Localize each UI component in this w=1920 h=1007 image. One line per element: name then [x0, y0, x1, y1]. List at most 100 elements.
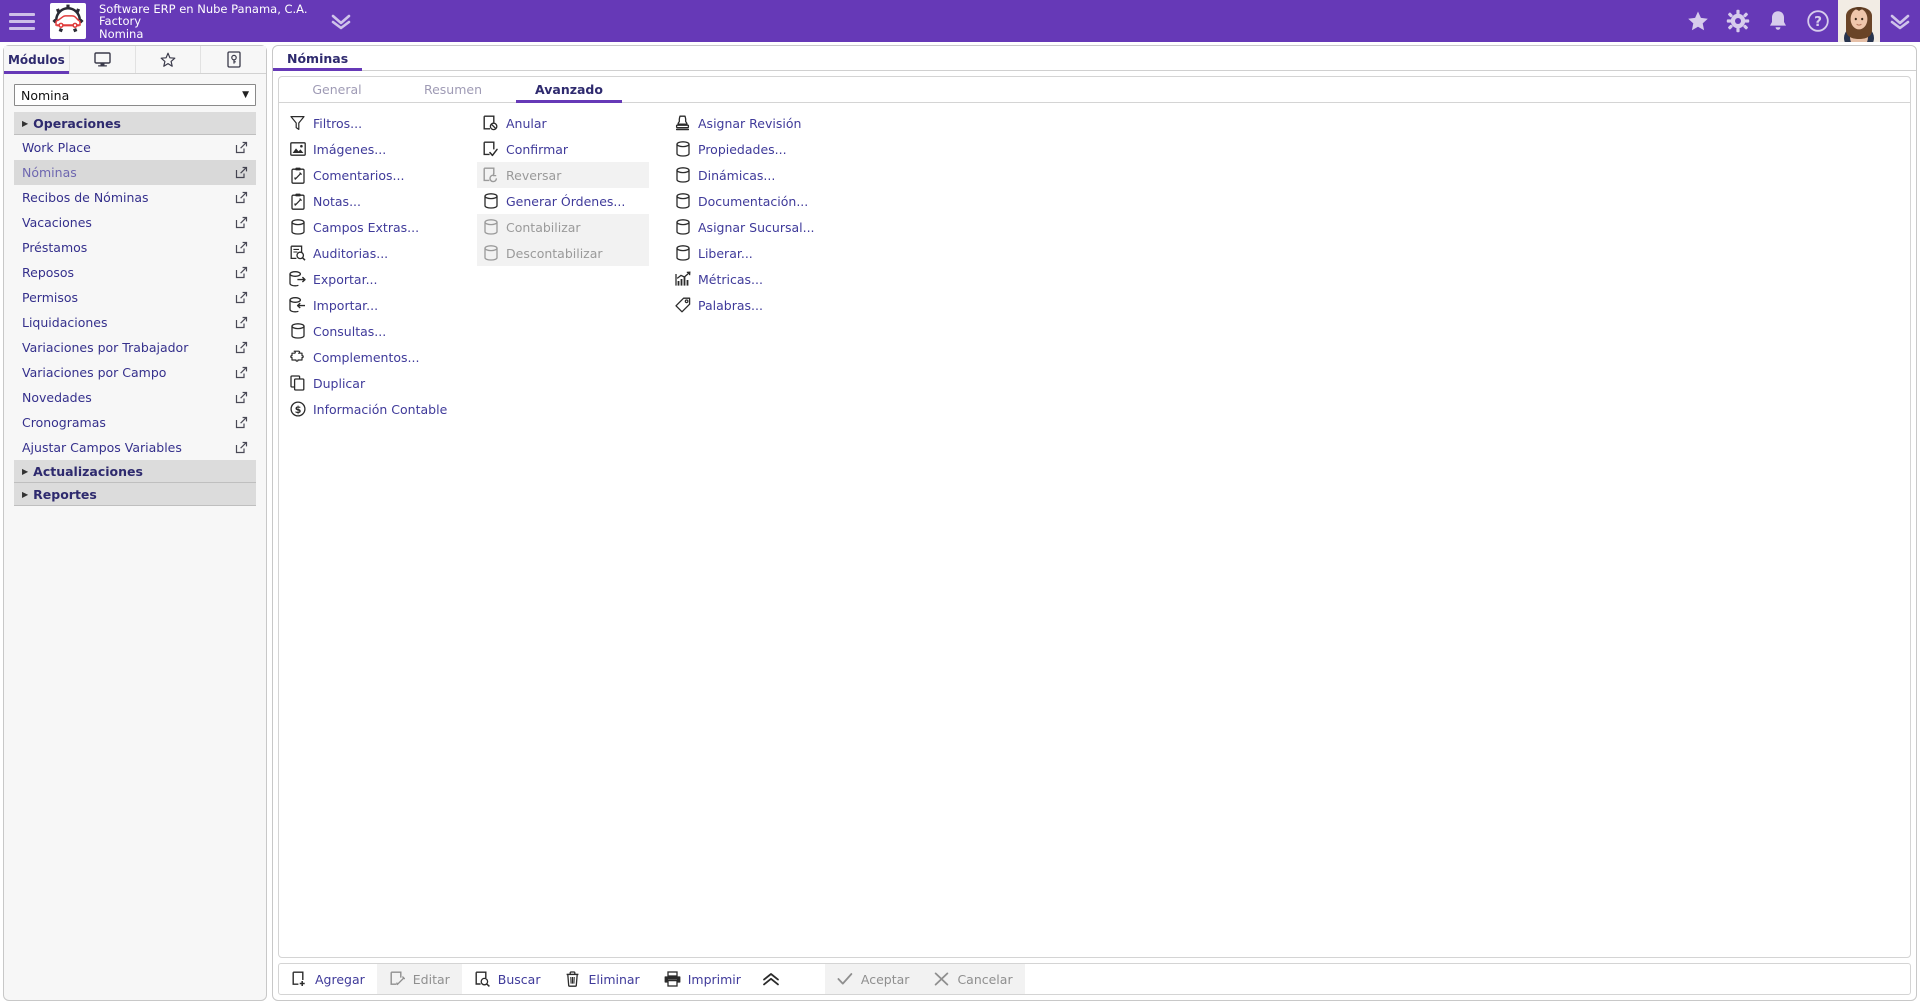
top-bar-actions: ? [1678, 0, 1920, 42]
command-dinamicas[interactable]: Dinámicas... [669, 162, 859, 188]
command-complementos[interactable]: Complementos... [284, 344, 484, 370]
sidebar-item-prestamos[interactable]: Préstamos [14, 235, 256, 260]
command-propiedades[interactable]: Propiedades... [669, 136, 859, 162]
external-link-icon[interactable] [235, 291, 248, 304]
external-link-icon[interactable] [235, 191, 248, 204]
command-notas[interactable]: Notas... [284, 188, 484, 214]
command-asignar-sucursal[interactable]: Asignar Sucursal... [669, 214, 859, 240]
add-button[interactable]: Agregar [279, 964, 377, 994]
command-label: Descontabilizar [506, 245, 603, 261]
sidebar-tab-modulos[interactable]: Módulos [4, 46, 70, 74]
command-filtros[interactable]: Filtros... [284, 110, 484, 136]
command-auditorias[interactable]: Auditorias... [284, 240, 484, 266]
notifications-bell-icon[interactable] [1758, 0, 1798, 42]
sidebar-tab-desktop[interactable] [69, 46, 136, 73]
page-edit-icon [389, 971, 406, 988]
page-cancel-icon [482, 115, 499, 132]
external-link-icon[interactable] [235, 166, 248, 179]
window-tab-nominas[interactable]: Nóminas [273, 46, 363, 71]
sidebar-item-liquidaciones[interactable]: Liquidaciones [14, 310, 256, 335]
command-comentarios[interactable]: Comentarios... [284, 162, 484, 188]
user-avatar[interactable] [1838, 0, 1880, 42]
clipboard-pencil-icon [289, 167, 306, 184]
external-link-icon[interactable] [235, 391, 248, 404]
external-link-icon[interactable] [235, 416, 248, 429]
sidebar-item-label: Ajustar Campos Variables [22, 440, 182, 455]
command-label: Imágenes... [313, 141, 387, 157]
triangle-right-icon: ▶ [22, 489, 29, 499]
search-button[interactable]: Buscar [462, 964, 553, 994]
command-metricas[interactable]: Métricas... [669, 266, 859, 292]
sidebar-item-nominas[interactable]: Nóminas [14, 160, 256, 185]
chevron-down-icon[interactable] [1880, 0, 1920, 42]
command-informacion-contable[interactable]: $ Información Contable [284, 396, 484, 422]
monitor-icon [93, 52, 111, 67]
external-link-icon[interactable] [235, 141, 248, 154]
command-generar-ordenes[interactable]: Generar Órdenes... [477, 188, 649, 214]
chevron-up-double-icon[interactable] [753, 964, 789, 994]
command-consultas[interactable]: Consultas... [284, 318, 484, 344]
external-link-icon[interactable] [235, 216, 248, 229]
chevron-down-icon[interactable] [328, 11, 354, 31]
page-add-icon [291, 971, 308, 988]
sidebar-item-cronogramas[interactable]: Cronogramas [14, 410, 256, 435]
settings-gear-icon[interactable] [1718, 0, 1758, 42]
caret-down-icon: ▼ [242, 90, 249, 100]
database-icon [674, 141, 691, 158]
external-link-icon[interactable] [235, 441, 248, 454]
command-label: Generar Órdenes... [506, 193, 626, 209]
sidebar-item-reposos[interactable]: Reposos [14, 260, 256, 285]
module-select[interactable]: Nomina ▼ [14, 84, 256, 106]
command-campos-extras[interactable]: Campos Extras... [284, 214, 484, 240]
command-anular[interactable]: Anular [477, 110, 649, 136]
command-imagenes[interactable]: Imágenes... [284, 136, 484, 162]
command-palabras[interactable]: Palabras... [669, 292, 859, 318]
sidebar-item-work-place[interactable]: Work Place [14, 135, 256, 160]
command-documentacion[interactable]: Documentación... [669, 188, 859, 214]
command-importar[interactable]: Importar... [284, 292, 484, 318]
sidebar-item-variaciones-por-campo[interactable]: Variaciones por Campo [14, 360, 256, 385]
sidebar-item-label: Reposos [22, 265, 75, 280]
delete-button[interactable]: Eliminar [552, 964, 651, 994]
sidebar-item-permisos[interactable]: Permisos [14, 285, 256, 310]
external-link-icon[interactable] [235, 316, 248, 329]
sidebar-group-actualizaciones[interactable]: ▶ Actualizaciones [14, 460, 256, 483]
sidebar-tab-favorites[interactable] [135, 46, 202, 73]
sidebar-item-ajustar-campos-variables[interactable]: Ajustar Campos Variables [14, 435, 256, 460]
star-icon [160, 52, 176, 68]
command-exportar[interactable]: Exportar... [284, 266, 484, 292]
tag-icon [674, 297, 691, 314]
favorites-star-icon[interactable] [1678, 0, 1718, 42]
delete-button-label: Eliminar [588, 971, 640, 987]
triangle-right-icon: ▶ [22, 466, 29, 476]
command-liberar[interactable]: Liberar... [669, 240, 859, 266]
command-label: Consultas... [313, 323, 387, 339]
sidebar-item-variaciones-por-trabajador[interactable]: Variaciones por Trabajador [14, 335, 256, 360]
print-button[interactable]: Imprimir [652, 964, 753, 994]
sidebar-item-label: Novedades [22, 390, 92, 405]
company-logo[interactable] [50, 3, 86, 39]
hamburger-icon[interactable] [0, 0, 44, 42]
sidebar-item-recibos-de-nominas[interactable]: Recibos de Nóminas [14, 185, 256, 210]
module-select-value: Nomina [21, 87, 70, 103]
command-label: Dinámicas... [698, 167, 776, 183]
command-label: Importar... [313, 297, 379, 313]
tab-resumen[interactable]: Resumen [395, 77, 511, 102]
sidebar-item-vacaciones[interactable]: Vacaciones [14, 210, 256, 235]
command-descontabilizar: Descontabilizar [477, 240, 649, 266]
external-link-icon[interactable] [235, 341, 248, 354]
sidebar-group-operaciones[interactable]: ▶ Operaciones [14, 112, 256, 135]
page-revert-icon [482, 167, 499, 184]
tab-general[interactable]: General [279, 77, 395, 102]
sidebar-group-reportes[interactable]: ▶ Reportes [14, 483, 256, 506]
command-asignar-revision[interactable]: Asignar Revisión [669, 110, 859, 136]
help-question-icon[interactable]: ? [1798, 0, 1838, 42]
external-link-icon[interactable] [235, 366, 248, 379]
external-link-icon[interactable] [235, 266, 248, 279]
tab-avanzado[interactable]: Avanzado [511, 77, 627, 103]
external-link-icon[interactable] [235, 241, 248, 254]
sidebar-tab-keys[interactable] [201, 46, 266, 73]
command-duplicar[interactable]: Duplicar [284, 370, 484, 396]
command-confirmar[interactable]: Confirmar [477, 136, 649, 162]
sidebar-item-novedades[interactable]: Novedades [14, 385, 256, 410]
